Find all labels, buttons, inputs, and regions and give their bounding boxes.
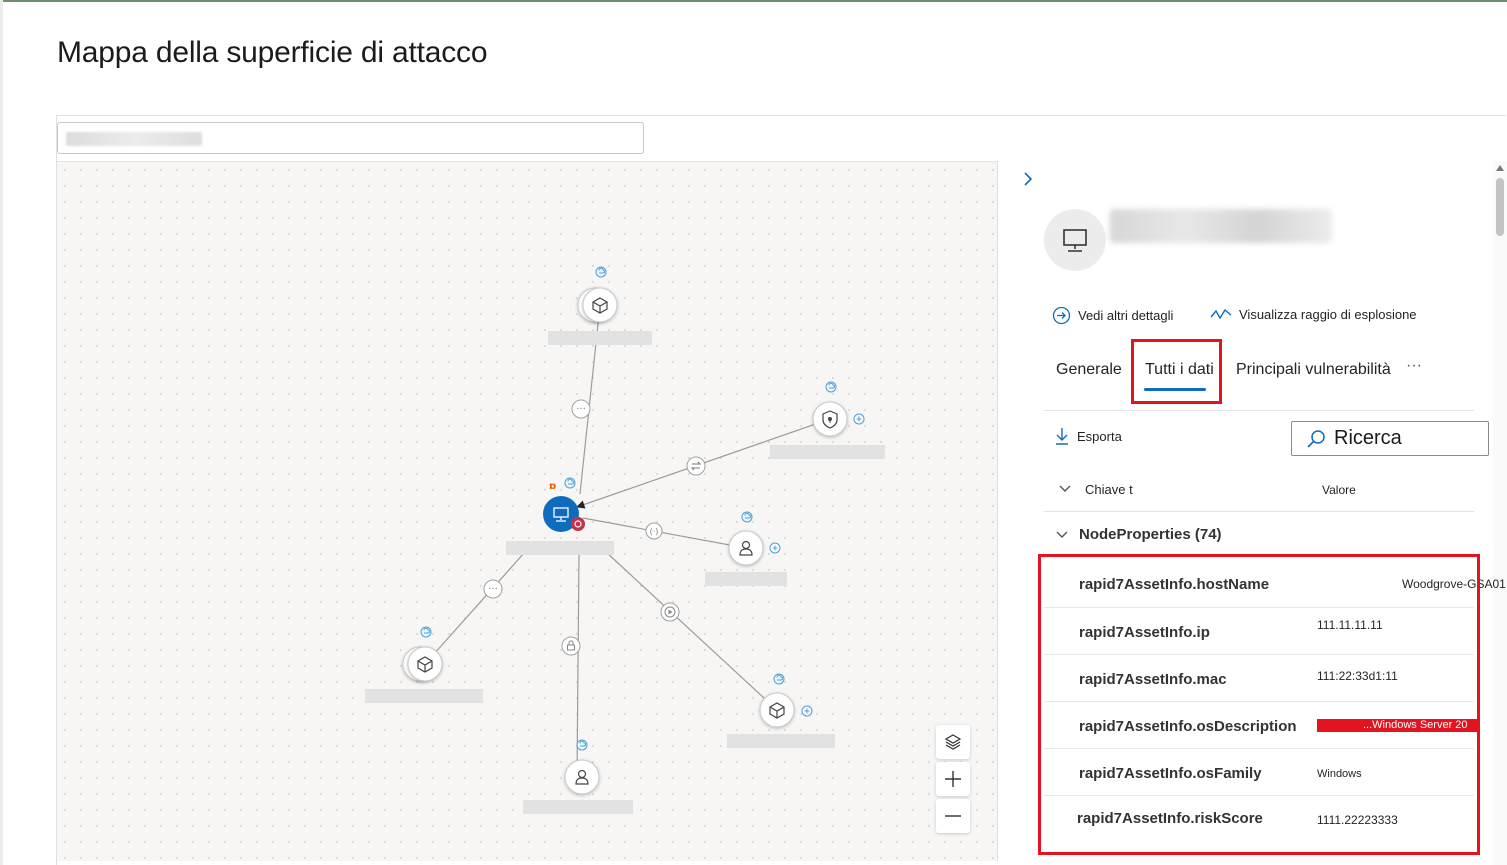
download-icon bbox=[1056, 428, 1068, 445]
cloud-icon bbox=[825, 381, 837, 393]
warning-flag-icon: ɒ bbox=[549, 481, 556, 492]
plus-circle-icon bbox=[801, 705, 813, 717]
cube-node bbox=[759, 692, 795, 728]
export-label: Esporta bbox=[1077, 428, 1122, 444]
chevron-right-icon bbox=[1024, 172, 1033, 186]
search-placeholder: Ricerca bbox=[1334, 427, 1402, 449]
see-more-details-link[interactable]: Vedi altri dettagli bbox=[1052, 306, 1173, 325]
lock-icon bbox=[561, 636, 581, 656]
blast-radius-label: Visualizza raggio di esplosione bbox=[1239, 306, 1417, 322]
svg-text:···: ··· bbox=[488, 584, 498, 595]
zoom-out-icon bbox=[945, 815, 961, 817]
tab-generale[interactable]: Generale bbox=[1056, 361, 1122, 379]
column-header-value[interactable]: Valore bbox=[1322, 483, 1356, 497]
cloud-icon bbox=[420, 626, 432, 638]
play-icon bbox=[660, 602, 680, 622]
properties-search-input[interactable]: Ricerca bbox=[1291, 421, 1489, 456]
cloud-icon bbox=[595, 266, 607, 278]
computer-icon bbox=[1063, 229, 1087, 252]
node-properties-group[interactable]: NodeProperties (74) bbox=[1055, 526, 1222, 543]
chevron-down-icon bbox=[1059, 485, 1071, 492]
redacted-label bbox=[365, 689, 483, 703]
redacted-label bbox=[770, 445, 885, 459]
group-label: NodeProperties (74) bbox=[1079, 526, 1222, 543]
redacted-node-labels bbox=[365, 331, 885, 814]
bug-icon bbox=[571, 517, 585, 531]
page-title: Mappa della superficie di attacco bbox=[57, 36, 488, 69]
person-node bbox=[728, 530, 764, 566]
redacted-label bbox=[548, 331, 652, 345]
plus-badges bbox=[769, 413, 865, 717]
redacted-label bbox=[506, 541, 614, 555]
scroll-up-arrow[interactable] bbox=[1496, 165, 1504, 171]
tab-principali-vulnerabilita[interactable]: Principali vulnerabilità bbox=[1236, 361, 1391, 379]
plus-circle-icon bbox=[853, 413, 865, 425]
more-icon: ··· bbox=[483, 579, 503, 599]
plus-circle-icon bbox=[769, 542, 781, 554]
more-icon: ··· bbox=[571, 399, 591, 419]
cube-node bbox=[402, 646, 443, 682]
zoom-out-button[interactable] bbox=[936, 799, 970, 833]
column-header-key[interactable]: Chiave t bbox=[1085, 482, 1133, 497]
panel-scrollbar[interactable] bbox=[1493, 161, 1507, 865]
cloud-icon bbox=[741, 511, 753, 523]
redacted-label bbox=[705, 572, 787, 586]
graph-nodes: ɒ bbox=[402, 287, 848, 795]
tab-more-button[interactable]: ··· bbox=[1406, 357, 1422, 375]
zoom-in-icon bbox=[945, 771, 961, 787]
export-button[interactable]: Esporta bbox=[1055, 427, 1122, 445]
map-search-input[interactable] bbox=[57, 122, 644, 154]
person-node bbox=[564, 759, 600, 795]
blast-radius-icon bbox=[1210, 308, 1232, 320]
layers-button[interactable] bbox=[936, 725, 970, 759]
svg-text:···: ··· bbox=[576, 404, 586, 415]
device-avatar bbox=[1044, 209, 1106, 271]
edge-markers: ··· (·) ··· bbox=[483, 399, 706, 656]
header-separator bbox=[1044, 511, 1474, 512]
collapse-panel-button[interactable] bbox=[1018, 167, 1038, 191]
redacted-label bbox=[727, 734, 835, 748]
redacted-device-name bbox=[1110, 209, 1332, 243]
redacted-search-text bbox=[66, 132, 202, 146]
shield-node bbox=[812, 401, 848, 437]
redacted-label bbox=[523, 800, 633, 814]
highlight-box-properties bbox=[1038, 554, 1480, 855]
graph-canvas[interactable]: ··· (·) ··· ɒ bbox=[57, 161, 997, 861]
tabs-separator bbox=[1044, 410, 1474, 411]
cloud-icon bbox=[773, 673, 785, 685]
sort-collapse-button[interactable] bbox=[1058, 482, 1072, 500]
graph-svg: ··· (·) ··· ɒ bbox=[365, 266, 885, 814]
search-icon bbox=[1307, 429, 1325, 448]
see-more-details-label: Vedi altri dettagli bbox=[1078, 308, 1174, 323]
scroll-thumb[interactable] bbox=[1496, 178, 1504, 236]
svg-text:(·): (·) bbox=[650, 527, 659, 536]
cube-node bbox=[577, 287, 618, 323]
zoom-in-button[interactable] bbox=[936, 762, 970, 796]
details-panel: Vedi altri dettagli Visualizza raggio di… bbox=[998, 161, 1507, 865]
highlight-box-tab bbox=[1131, 339, 1222, 404]
layers-icon bbox=[944, 734, 962, 750]
edge bbox=[424, 551, 526, 665]
cloud-icon bbox=[564, 477, 576, 489]
cloud-icon bbox=[576, 739, 588, 751]
chevron-down-icon bbox=[1056, 531, 1068, 538]
left-border bbox=[0, 0, 3, 865]
arrow-right-circle-icon bbox=[1052, 306, 1071, 325]
swap-icon bbox=[686, 456, 706, 476]
view-blast-radius-link[interactable]: Visualizza raggio di esplosione bbox=[1210, 306, 1417, 322]
link-icon: (·) bbox=[645, 522, 663, 540]
top-border bbox=[0, 0, 1507, 2]
